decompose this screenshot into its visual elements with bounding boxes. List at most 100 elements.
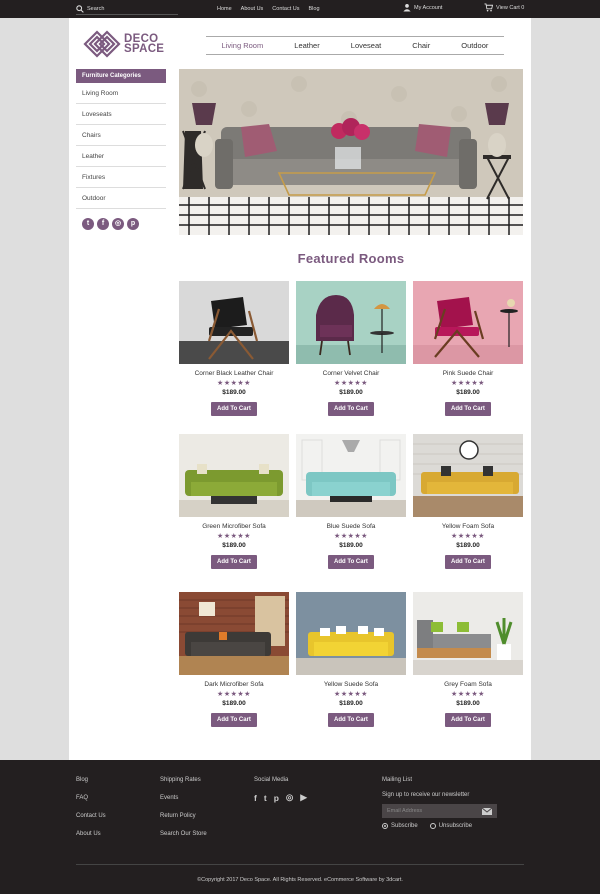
search-icon xyxy=(76,4,84,13)
add-to-cart-button[interactable]: Add To Cart xyxy=(445,555,491,569)
sidebar-social: t f ◎ p xyxy=(82,218,142,230)
pinterest-icon[interactable]: p xyxy=(274,793,279,803)
facebook-icon[interactable]: f xyxy=(97,218,109,230)
add-to-cart-button[interactable]: Add To Cart xyxy=(211,713,257,727)
top-nav-home[interactable]: Home xyxy=(217,6,232,12)
twitter-icon[interactable]: t xyxy=(82,218,94,230)
sidebar-item-living-room[interactable]: Living Room xyxy=(76,83,166,104)
product-image[interactable] xyxy=(413,592,523,675)
add-to-cart-button[interactable]: Add To Cart xyxy=(445,713,491,727)
footer: Blog FAQ Contact Us About Us Shipping Ra… xyxy=(0,760,600,894)
product-name[interactable]: Green Microfiber Sofa xyxy=(179,523,289,530)
logo[interactable]: DECO SPACE xyxy=(83,30,164,58)
product-image[interactable] xyxy=(296,281,406,364)
footer-social-title: Social Media xyxy=(254,777,289,783)
product-image[interactable] xyxy=(179,281,289,364)
unsubscribe-radio[interactable] xyxy=(429,823,436,829)
rating-stars: ★★★★★ xyxy=(451,380,485,387)
footer-link-events[interactable]: Events xyxy=(160,795,207,801)
product-name[interactable]: Grey Foam Sofa xyxy=(413,681,523,688)
product-image[interactable] xyxy=(179,434,289,517)
footer-link-faq[interactable]: FAQ xyxy=(76,795,106,801)
product-image[interactable] xyxy=(413,281,523,364)
product-name[interactable]: Dark Microfiber Sofa xyxy=(179,681,289,688)
add-to-cart-button[interactable]: Add To Cart xyxy=(328,555,374,569)
featured-title: Featured Rooms xyxy=(297,251,405,266)
search-box[interactable]: Search xyxy=(76,3,178,15)
product-name[interactable]: Corner Velvet Chair xyxy=(296,370,406,377)
facebook-icon[interactable]: f xyxy=(254,793,257,803)
logo-line-space: SPACE xyxy=(124,43,165,55)
add-to-cart-button[interactable]: Add To Cart xyxy=(328,402,374,416)
footer-col-1: Blog FAQ Contact Us About Us xyxy=(76,777,106,849)
footer-link-return[interactable]: Return Policy xyxy=(160,813,207,819)
my-account-link[interactable]: My Account xyxy=(403,3,442,12)
instagram-icon[interactable]: ◎ xyxy=(112,218,124,230)
rating-stars: ★★★★★ xyxy=(334,380,368,387)
product-price: $189.00 xyxy=(222,389,246,396)
sidebar-title: Furniture Categories xyxy=(76,69,166,83)
youtube-icon[interactable]: ▶ xyxy=(300,792,307,803)
product-name[interactable]: Corner Black Leather Chair xyxy=(179,370,289,377)
product-card: Dark Microfiber Sofa ★★★★★ $189.00 Add T… xyxy=(179,592,289,727)
rating-stars: ★★★★★ xyxy=(217,380,251,387)
search-input[interactable]: Search xyxy=(87,6,104,12)
rating-stars: ★★★★★ xyxy=(217,533,251,540)
hero-banner[interactable] xyxy=(179,69,523,235)
footer-link-about[interactable]: About Us xyxy=(76,831,106,837)
main-nav-living-room[interactable]: Living Room xyxy=(222,41,264,50)
product-image[interactable] xyxy=(296,434,406,517)
product-image[interactable] xyxy=(179,592,289,675)
top-bar: Search Home About Us Contact Us Blog My … xyxy=(0,0,600,18)
instagram-icon[interactable]: ◎ xyxy=(286,792,293,803)
product-image[interactable] xyxy=(413,434,523,517)
main-nav-chair[interactable]: Chair xyxy=(412,41,430,50)
sidebar-item-chairs[interactable]: Chairs xyxy=(76,125,166,146)
logo-text: DECO SPACE xyxy=(124,33,165,55)
email-field[interactable]: Email Address xyxy=(382,804,497,818)
copyright: ©Copyright 2017 Deco Space. All Rights R… xyxy=(197,877,403,883)
footer-link-contact[interactable]: Contact Us xyxy=(76,813,106,819)
top-nav-blog[interactable]: Blog xyxy=(309,6,320,12)
mailing-title: Mailing List xyxy=(382,777,413,783)
subscribe-label: Subscribe xyxy=(391,823,418,829)
product-image[interactable] xyxy=(296,592,406,675)
mailing-subtitle: Sign up to receive our newsletter xyxy=(382,792,470,798)
main-nav-loveseat[interactable]: Loveseat xyxy=(351,41,381,50)
product-card: Corner Black Leather Chair ★★★★★ $189.00… xyxy=(179,281,289,416)
sidebar-item-fixtures[interactable]: Fixtures xyxy=(76,167,166,188)
product-card: Yellow Foam Sofa ★★★★★ $189.00 Add To Ca… xyxy=(413,434,523,569)
footer-link-search[interactable]: Search Our Store xyxy=(160,831,207,837)
product-name[interactable]: Yellow Suede Sofa xyxy=(296,681,406,688)
hero-living-room-image xyxy=(179,69,523,235)
add-to-cart-button[interactable]: Add To Cart xyxy=(211,402,257,416)
cart-icon xyxy=(484,3,493,12)
add-to-cart-button[interactable]: Add To Cart xyxy=(328,713,374,727)
footer-social: f t p ◎ ▶ xyxy=(254,792,314,803)
email-placeholder: Email Address xyxy=(387,808,423,814)
pinterest-icon[interactable]: p xyxy=(127,218,139,230)
top-nav-about[interactable]: About Us xyxy=(241,6,264,12)
main-nav-outdoor[interactable]: Outdoor xyxy=(461,41,488,50)
envelope-icon[interactable] xyxy=(482,807,492,815)
product-card: Pink Suede Chair ★★★★★ $189.00 Add To Ca… xyxy=(413,281,523,416)
top-nav-contact[interactable]: Contact Us xyxy=(272,6,299,12)
product-name[interactable]: Pink Suede Chair xyxy=(413,370,523,377)
twitter-icon[interactable]: t xyxy=(264,793,267,803)
footer-link-blog[interactable]: Blog xyxy=(76,777,106,783)
add-to-cart-button[interactable]: Add To Cart xyxy=(211,555,257,569)
sidebar-item-loveseats[interactable]: Loveseats xyxy=(76,104,166,125)
product-name[interactable]: Yellow Foam Sofa xyxy=(413,523,523,530)
main-nav-leather[interactable]: Leather xyxy=(294,41,319,50)
view-cart-link[interactable]: View Cart 0 xyxy=(484,3,524,12)
add-to-cart-button[interactable]: Add To Cart xyxy=(445,402,491,416)
main-nav: Living Room Leather Loveseat Chair Outdo… xyxy=(206,36,504,55)
sidebar-item-outdoor[interactable]: Outdoor xyxy=(76,188,166,209)
user-icon xyxy=(403,4,411,12)
product-price: $189.00 xyxy=(339,542,363,549)
subscribe-radio[interactable] xyxy=(382,823,388,829)
product-name[interactable]: Blue Suede Sofa xyxy=(296,523,406,530)
footer-link-shipping[interactable]: Shipping Rates xyxy=(160,777,207,783)
sidebar-item-leather[interactable]: Leather xyxy=(76,146,166,167)
top-nav: Home About Us Contact Us Blog xyxy=(217,0,329,18)
